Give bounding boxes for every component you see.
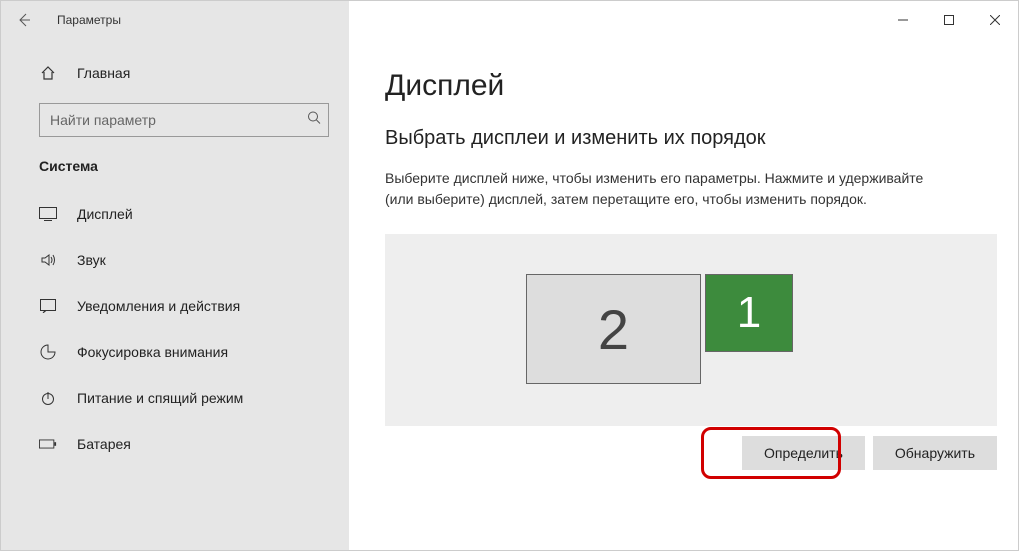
search-input[interactable] [39,103,329,137]
window-body: Главная Система Дисплей [1,39,1018,550]
sidebar-item-display[interactable]: Дисплей [1,191,349,237]
sidebar-item-label: Фокусировка внимания [77,344,228,360]
maximize-button[interactable] [926,1,972,39]
content-area: Дисплей Выбрать дисплеи и изменить их по… [349,39,1018,550]
sidebar-item-label: Батарея [77,436,131,452]
page-title: Дисплей [385,69,982,103]
sidebar-item-focus[interactable]: Фокусировка внимания [1,329,349,375]
title-bar-left: Параметры [1,1,349,39]
identify-button[interactable]: Определить [742,436,865,470]
focus-icon [39,344,57,360]
button-row: Определить Обнаружить [385,436,997,470]
sidebar-item-label: Дисплей [77,206,133,222]
sidebar-item-label: Звук [77,252,106,268]
back-button[interactable] [1,1,47,39]
sidebar-nav: Дисплей Звук Уведомления и действия [1,191,349,467]
sidebar-item-battery[interactable]: Батарея [1,421,349,467]
maximize-icon [944,15,954,25]
monitor-1[interactable]: 1 [705,274,793,352]
sidebar-home[interactable]: Главная [1,51,349,95]
search-icon [307,111,321,130]
window-controls [880,1,1018,39]
sidebar: Главная Система Дисплей [1,39,349,550]
arrow-left-icon [16,12,32,28]
window-title: Параметры [47,13,121,27]
notifications-icon [39,299,57,313]
sidebar-category: Система [1,151,349,181]
sidebar-item-sound[interactable]: Звук [1,237,349,283]
home-icon [39,65,57,81]
sidebar-item-power[interactable]: Питание и спящий режим [1,375,349,421]
sidebar-item-notifications[interactable]: Уведомления и действия [1,283,349,329]
close-icon [990,15,1000,25]
display-icon [39,207,57,221]
minimize-icon [898,15,908,25]
sound-icon [39,252,57,268]
section-description: Выберите дисплей ниже, чтобы изменить ег… [385,168,945,210]
battery-icon [39,438,57,450]
power-icon [39,390,57,406]
settings-window: Параметры Главная [0,0,1019,551]
minimize-button[interactable] [880,1,926,39]
sidebar-item-label: Уведомления и действия [77,298,240,314]
section-heading: Выбрать дисплеи и изменить их порядок [385,127,982,150]
sidebar-item-label: Питание и спящий режим [77,390,243,406]
detect-button[interactable]: Обнаружить [873,436,997,470]
close-button[interactable] [972,1,1018,39]
monitor-2[interactable]: 2 [526,274,701,384]
title-bar: Параметры [1,1,1018,39]
monitor-arrangement[interactable]: 2 1 [385,234,997,426]
search-wrap [39,103,329,137]
sidebar-home-label: Главная [77,65,130,81]
